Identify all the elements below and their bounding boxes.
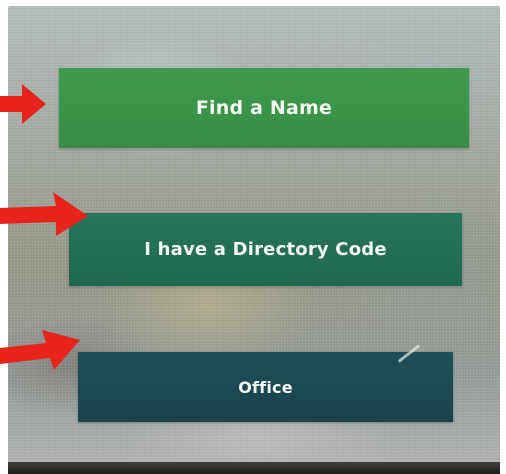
office-button[interactable]: Office: [78, 352, 453, 422]
arrow-icon-directory-code: [0, 192, 88, 236]
arrow-icon-find-name: [0, 84, 46, 124]
find-a-name-button[interactable]: Find a Name: [59, 68, 469, 148]
screen-bezel: [8, 462, 500, 474]
arrow-icon-office: [0, 330, 80, 370]
directory-code-button[interactable]: I have a Directory Code: [69, 213, 462, 286]
photo-frame: Find a Name I have a Directory Code Offi…: [0, 0, 506, 474]
